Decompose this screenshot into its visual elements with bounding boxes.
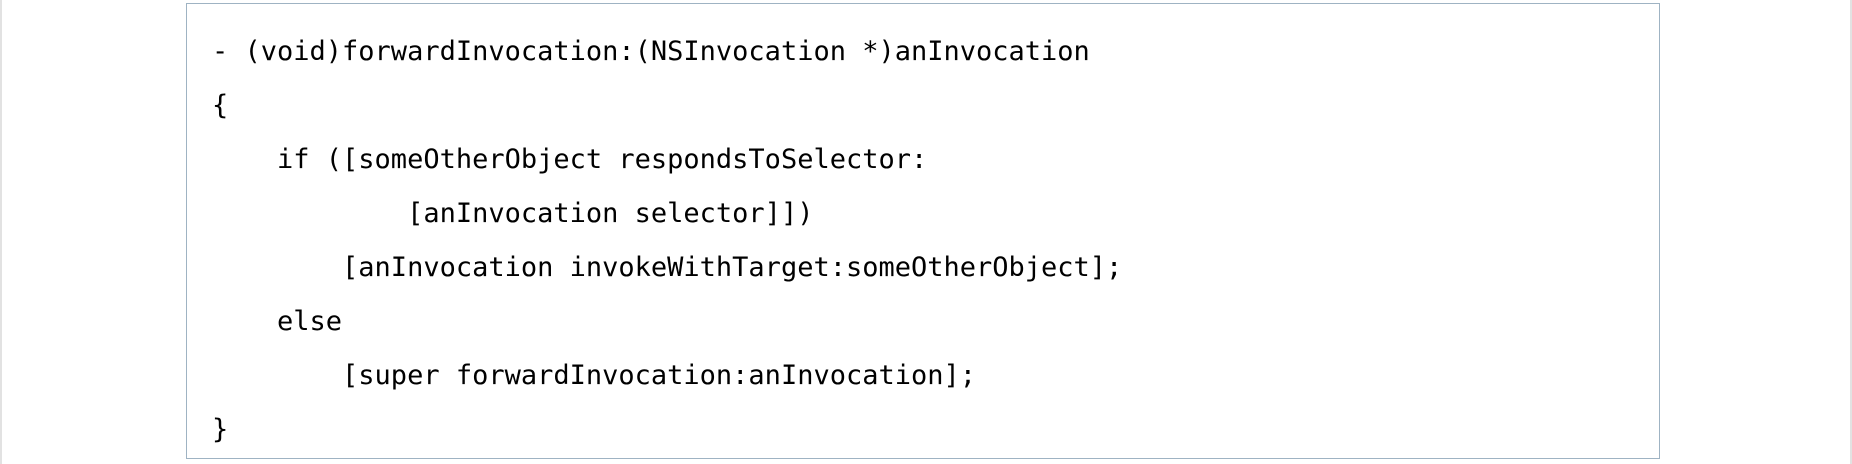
code-line-3: if ([someOtherObject respondsToSelector: <box>212 144 928 175</box>
code-line-5: [anInvocation invokeWithTarget:someOther… <box>212 252 1123 283</box>
code-line-2: { <box>212 90 229 121</box>
code-line-4: [anInvocation selector]]) <box>212 198 814 229</box>
code-block: - (void)forwardInvocation:(NSInvocation … <box>212 25 1122 457</box>
left-page-edge <box>0 0 2 464</box>
code-line-1: - (void)forwardInvocation:(NSInvocation … <box>212 36 1090 67</box>
code-line-8: } <box>212 414 229 445</box>
page: - (void)forwardInvocation:(NSInvocation … <box>0 0 1852 464</box>
code-line-6: else <box>212 306 343 337</box>
code-line-7: [super forwardInvocation:anInvocation]; <box>212 360 977 391</box>
code-listing-box: - (void)forwardInvocation:(NSInvocation … <box>186 3 1660 459</box>
